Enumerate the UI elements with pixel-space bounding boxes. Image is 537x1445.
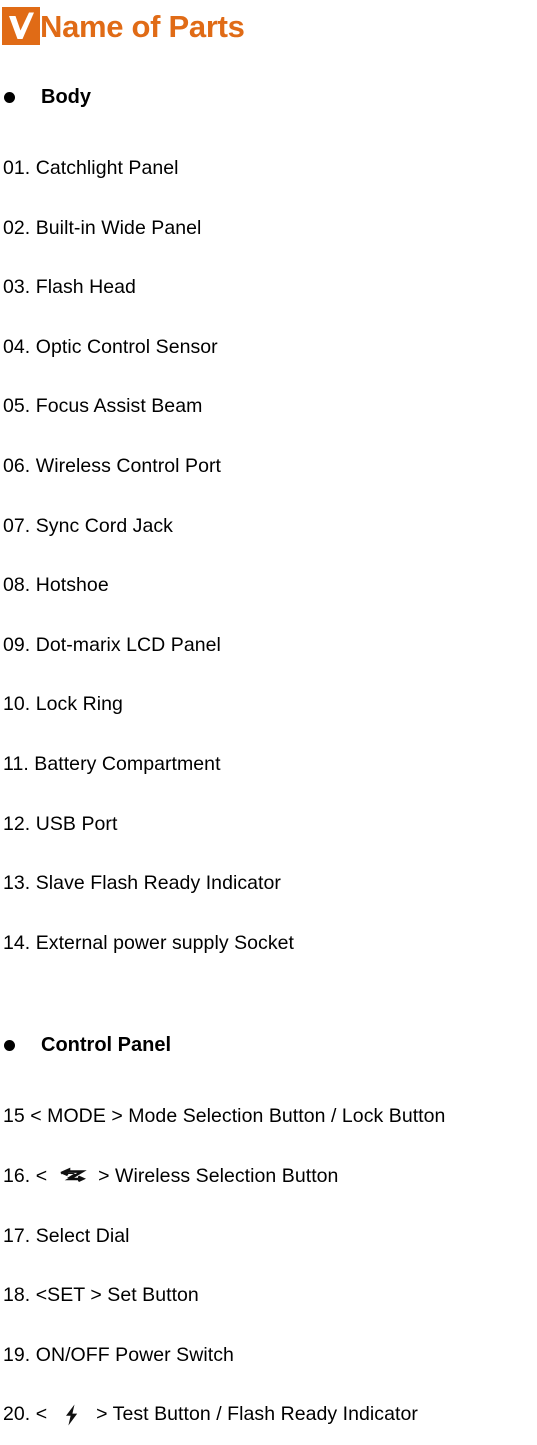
item-text: Built-in Wide Panel <box>35 216 202 239</box>
name-of-parts-page: Name of Parts Body 01. Catchlight Panel … <box>0 0 537 1426</box>
list-item: 19. ON/OFF Power Switch <box>0 1326 537 1386</box>
list-item: 08. Hotshoe <box>0 556 537 616</box>
list-item: 01. Catchlight Panel <box>0 139 537 199</box>
item-number: 12. <box>3 812 31 835</box>
item-text: Optic Control Sensor <box>35 335 218 358</box>
item-number: 07. <box>3 514 31 537</box>
item-text: Battery Compartment <box>34 752 221 775</box>
item-text: USB Port <box>35 812 118 835</box>
item-text: Wireless Control Port <box>35 455 221 478</box>
item-text: ON/OFF Power Switch <box>30 1343 234 1366</box>
item-text: Slave Flash Ready Indicator <box>35 872 281 895</box>
item-text: Hotshoe <box>35 574 109 597</box>
list-item: 13. Slave Flash Ready Indicator <box>0 854 537 914</box>
wireless-sync-icon <box>53 1165 93 1189</box>
item-text-post: > Test Button / Flash Ready Indicator <box>90 1403 418 1426</box>
checkmark-icon <box>2 7 40 45</box>
list-item: 20. < > Test Button / Flash Ready Indica… <box>0 1385 537 1445</box>
list-item: 07. Sync Cord Jack <box>0 497 537 557</box>
spacer-below-control-panel-heading <box>0 1065 537 1087</box>
item-number: 19. <box>3 1343 31 1366</box>
list-item: 04. Optic Control Sensor <box>0 318 537 378</box>
item-text: Flash Head <box>35 276 136 299</box>
list-item: 02. Built-in Wide Panel <box>0 199 537 259</box>
list-item: 03. Flash Head <box>0 258 537 318</box>
item-number: 13. <box>3 872 31 895</box>
item-text-post: > Wireless Selection Button <box>92 1164 339 1187</box>
item-number: 14. <box>3 931 31 954</box>
item-number: 05. <box>3 395 31 418</box>
item-number: 11. <box>3 752 29 775</box>
item-number: 01. <box>3 157 31 180</box>
bullet-dot-icon <box>4 91 15 103</box>
item-text: Dot-marix LCD Panel <box>35 633 221 656</box>
list-item: 09. Dot-marix LCD Panel <box>0 616 537 676</box>
item-text: <SET > Set Button <box>30 1284 199 1307</box>
list-item: 11. Battery Compartment <box>0 735 537 795</box>
item-number: 20. <box>3 1403 31 1426</box>
item-number: 03. <box>3 276 31 299</box>
item-number: 08. <box>3 574 31 597</box>
list-item: 14. External power supply Socket <box>0 914 537 974</box>
item-number: 04. <box>3 335 31 358</box>
section-heading-control-panel-label: Control Panel <box>41 1034 172 1057</box>
section-heading-body-label: Body <box>41 86 91 108</box>
bullet-dot-icon <box>4 1039 15 1051</box>
item-text: Sync Cord Jack <box>35 514 173 537</box>
item-number: 16. <box>3 1164 31 1187</box>
item-number: 09. <box>3 633 31 656</box>
item-text: External power supply Socket <box>35 931 295 954</box>
item-number: 10. <box>3 693 31 716</box>
section-heading-control-panel: Control Panel <box>4 1025 537 1065</box>
item-number: 02. <box>3 216 31 239</box>
item-text-pre: < <box>30 1403 53 1426</box>
item-number: 06. <box>3 455 31 478</box>
spacer-above-body-heading <box>0 50 537 77</box>
item-text: Select Dial <box>30 1224 130 1247</box>
section-heading-body: Body <box>4 77 537 117</box>
list-item: 10. Lock Ring <box>0 675 537 735</box>
list-item: 06. Wireless Control Port <box>0 437 537 497</box>
item-number: 17. <box>3 1224 31 1247</box>
list-item: 16. < > Wireless Selection Button <box>0 1147 537 1207</box>
spacer-below-body-heading <box>0 117 537 139</box>
item-text: Catchlight Panel <box>35 157 179 180</box>
list-item: 05. Focus Assist Beam <box>0 377 537 437</box>
item-number: 18. <box>3 1284 31 1307</box>
item-number: 15 <box>3 1105 25 1128</box>
list-item: 18. <SET > Set Button <box>0 1266 537 1326</box>
item-text: < MODE > Mode Selection Button / Lock Bu… <box>24 1105 446 1128</box>
item-text-pre: < <box>30 1164 53 1187</box>
page-title: Name of Parts <box>40 8 245 44</box>
item-text: Lock Ring <box>35 693 123 716</box>
list-item: 12. USB Port <box>0 795 537 855</box>
item-text: Focus Assist Beam <box>35 395 203 418</box>
flash-bolt-icon <box>53 1403 91 1427</box>
list-item: 15 < MODE > Mode Selection Button / Lock… <box>0 1087 537 1147</box>
page-title-row: Name of Parts <box>0 0 537 50</box>
list-item: 17. Select Dial <box>0 1207 537 1267</box>
